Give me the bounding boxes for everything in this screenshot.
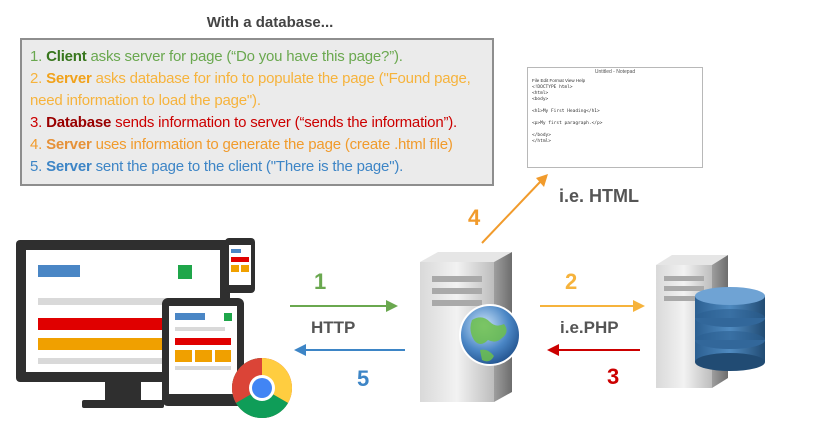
tablet-icon [162,298,244,406]
php-label: i.e.PHP [560,318,619,337]
arrow-2-number: 2 [565,269,578,294]
arrow-4 [481,174,548,244]
web-server-icon [420,252,521,402]
phone-icon [225,238,255,293]
arrow-5 [294,344,405,356]
arrow-1-number: 1 [314,269,327,294]
html-label: i.e. HTML [559,186,639,206]
diagram-graphics [16,174,765,419]
arrow-4-number: 4 [468,205,481,230]
arrow-3-number: 3 [607,364,620,389]
arrow-3 [547,344,640,356]
arrow-1 [290,300,398,312]
chrome-icon [231,358,293,419]
database-icon [695,287,765,371]
arrow-5-number: 5 [357,366,370,391]
http-label: HTTP [311,318,356,337]
arrow-2 [540,300,645,312]
